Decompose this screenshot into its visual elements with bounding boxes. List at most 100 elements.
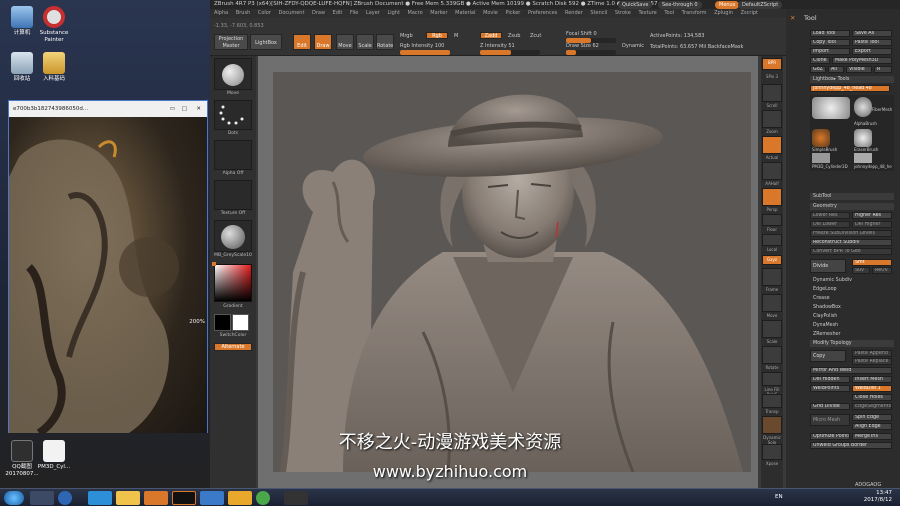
menu-render[interactable]: Render <box>565 10 583 16</box>
projection-master-button[interactable]: Projection Master <box>214 34 248 50</box>
del-lower-button[interactable]: Del Lower <box>810 221 850 228</box>
taskbar-explorer-icon[interactable] <box>116 491 140 505</box>
lightbox-button[interactable]: LightBox <box>250 34 282 50</box>
mrgb-toggle[interactable]: Mrgb <box>400 33 413 39</box>
simplebrush-thumb[interactable] <box>812 129 830 147</box>
copy-tool-button[interactable]: Copy Tool <box>810 39 850 46</box>
persp-button[interactable] <box>762 188 782 206</box>
viewport[interactable] <box>273 72 751 472</box>
menu-stencil[interactable]: Stencil <box>590 10 607 16</box>
language-indicator[interactable]: EN <box>775 494 783 500</box>
grid-divide-button[interactable]: Grid Divide <box>810 403 850 410</box>
taskbar-k-icon[interactable] <box>58 491 72 505</box>
rgb-intensity-slider[interactable]: Rgb Intensity 100 <box>400 43 444 49</box>
scale-mode-button[interactable]: Scale <box>356 34 374 50</box>
fibermesh-thumb[interactable] <box>854 97 872 117</box>
claypolish-section[interactable]: ClayPolish <box>810 313 894 320</box>
scroll-button[interactable] <box>762 84 782 102</box>
del-hidden-button[interactable]: Del Hidden <box>810 376 850 383</box>
dynamic-toggle[interactable]: Dynamic <box>622 43 644 49</box>
secondary-color-swatch[interactable] <box>232 314 249 331</box>
close-panel-icon[interactable]: ✕ <box>790 9 795 27</box>
taskbar-green-icon[interactable] <box>256 491 270 505</box>
paste-tool-button[interactable]: Paste Tool <box>852 39 892 46</box>
z-intensity-slider[interactable]: Z Intensity 51 <box>480 43 515 49</box>
menu-zscript[interactable]: Zscript <box>741 10 758 16</box>
convert-bpr-button[interactable]: Convert BPR To Geo <box>810 248 892 255</box>
default-zscript-button[interactable]: DefaultZScript <box>738 1 783 9</box>
menu-tool[interactable]: Tool <box>664 10 674 16</box>
crease-section[interactable]: Crease <box>810 295 894 302</box>
goz-button[interactable]: GoZ <box>810 66 826 73</box>
menu-material[interactable]: Material <box>455 10 475 16</box>
see-through-slider[interactable]: See-through 0 <box>658 1 702 9</box>
image-viewer-window[interactable]: e700b3b182743986050d... ▭ □ ✕ 200% <box>8 100 208 437</box>
draw-size-slider[interactable]: Draw Size 62 <box>566 43 599 49</box>
zcut-toggle[interactable]: Zcut <box>530 33 541 39</box>
r-button[interactable]: R <box>874 66 892 73</box>
dynamic-subdiv-section[interactable]: Dynamic Subdiv <box>810 277 894 284</box>
viewer-title-bar[interactable]: e700b3b182743986050d... ▭ □ ✕ <box>9 101 207 117</box>
texture-selector[interactable] <box>214 180 252 210</box>
menu-macro[interactable]: Macro <box>408 10 423 16</box>
rgb-intensity-track[interactable] <box>400 50 450 55</box>
menu-transform[interactable]: Transform <box>682 10 707 16</box>
lightbox-tools-button[interactable]: Lightbox▸ Tools <box>810 76 894 83</box>
gradient-label[interactable]: Gradient <box>210 304 256 309</box>
weld-points-button[interactable]: WeldPoints <box>810 385 850 392</box>
start-button[interactable] <box>4 491 24 505</box>
draw-size-track[interactable] <box>566 50 616 55</box>
frame-button[interactable] <box>762 268 782 286</box>
zbrush-title-bar[interactable]: ZBrush 4R7 P3 (x64)[SIH-ZFDY-QDQE-LUFE-H… <box>210 0 900 9</box>
switch-color-label[interactable]: SwitchColor <box>210 333 256 338</box>
stroke-selector[interactable] <box>214 100 252 130</box>
tool-panel-header[interactable]: ✕ Tool <box>786 9 900 27</box>
make-polymesh-button[interactable]: Make PolyMesh3D <box>832 57 892 64</box>
main-color-swatch[interactable] <box>214 314 231 331</box>
edit-mode-button[interactable]: Edit <box>293 34 311 50</box>
menu-brush[interactable]: Brush <box>236 10 250 16</box>
visible-button[interactable]: Visible <box>846 66 872 73</box>
transp-button[interactable] <box>762 394 782 408</box>
smt-toggle[interactable]: Smt <box>852 259 892 266</box>
document-canvas[interactable] <box>258 56 758 488</box>
quicksave-button[interactable]: QuickSave <box>618 1 653 9</box>
move-view-button[interactable] <box>762 294 782 312</box>
taskbar-camera-icon[interactable] <box>284 491 308 505</box>
aahalf-button[interactable] <box>762 162 782 180</box>
taskbar-m-icon[interactable] <box>228 491 252 505</box>
folder-desktop-icon[interactable]: 入料基码 <box>34 52 74 83</box>
zoom-button[interactable] <box>762 110 782 128</box>
scale-view-button[interactable] <box>762 320 782 338</box>
weld-dist-slider[interactable]: WeldDist 1 <box>852 385 892 392</box>
taskbar-clock[interactable]: 13:47 2017/8/12 <box>864 490 892 504</box>
close-icon[interactable]: ✕ <box>196 101 201 117</box>
menu-layer[interactable]: Layer <box>366 10 380 16</box>
eraserbrush-thumb[interactable] <box>854 129 872 147</box>
menu-preferences[interactable]: Preferences <box>528 10 557 16</box>
johnnydepp-thumb[interactable] <box>812 97 850 119</box>
zsub-toggle[interactable]: Zsub <box>508 33 520 39</box>
menu-movie[interactable]: Movie <box>483 10 498 16</box>
taskbar-media-icon[interactable] <box>172 491 196 505</box>
all-button[interactable]: All <box>828 66 844 73</box>
modify-topology-section[interactable]: Modify Topology <box>810 340 894 347</box>
cylinder-thumb[interactable] <box>812 153 830 163</box>
menu-picker[interactable]: Picker <box>505 10 520 16</box>
color-picker[interactable] <box>214 264 252 302</box>
taskbar-zbrush-icon[interactable] <box>30 491 54 505</box>
minimize-icon[interactable]: ▭ <box>170 101 175 117</box>
subtool-section[interactable]: SubTool <box>810 193 894 200</box>
menu-stroke[interactable]: Stroke <box>615 10 631 16</box>
focal-shift-slider[interactable]: Focal Shift 0 <box>566 31 597 37</box>
spin-edge-button[interactable]: Spin Edge <box>852 414 892 421</box>
zadd-toggle[interactable]: Zadd <box>480 32 502 39</box>
menu-color[interactable]: Color <box>258 10 271 16</box>
johnnydepp-small-thumb[interactable] <box>854 153 872 163</box>
menu-marker[interactable]: Marker <box>430 10 447 16</box>
load-tool-button[interactable]: Load Tool <box>810 30 850 37</box>
menu-light[interactable]: Light <box>387 10 399 16</box>
rgb-toggle[interactable]: Rgb <box>426 32 448 39</box>
polyf-button[interactable] <box>762 372 782 386</box>
menu-file[interactable]: File <box>350 10 358 16</box>
